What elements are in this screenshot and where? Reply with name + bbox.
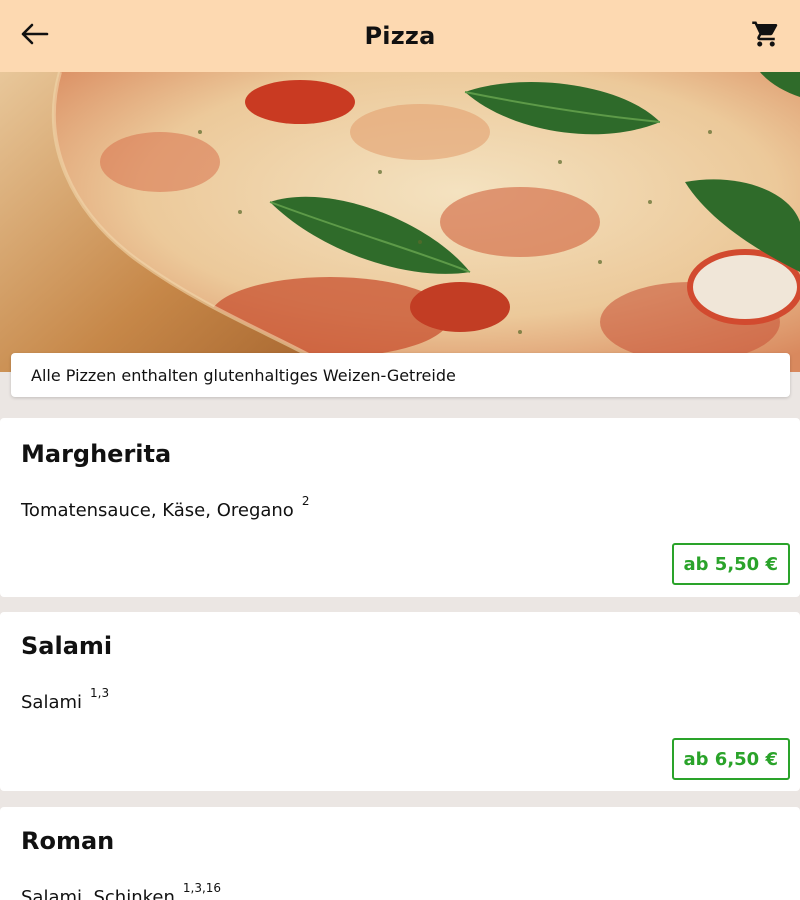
allergen-codes: 1,3 xyxy=(90,686,110,700)
shopping-cart-icon xyxy=(751,19,781,53)
cart-button[interactable] xyxy=(744,16,788,56)
menu-item-card[interactable]: Margherita Tomatensauce, Käse, Oregano 2 … xyxy=(0,418,800,597)
menu-item-name: Salami xyxy=(21,632,113,660)
allergen-codes: 1,3,16 xyxy=(182,881,222,895)
menu-item-name: Margherita xyxy=(21,440,172,468)
menu-item-name: Roman xyxy=(21,827,115,855)
gluten-notice-text: Alle Pizzen enthalten glutenhaltiges Wei… xyxy=(31,365,456,385)
menu-item-card[interactable]: Roman Salami, Schinken 1,3,16 xyxy=(0,807,800,900)
menu-item-description: Salami 1,3 xyxy=(21,686,109,713)
menu-item-description: Salami, Schinken 1,3,16 xyxy=(21,881,221,900)
app-screen: Pizza Alle Pizzen enthalten glutenhaltig… xyxy=(0,0,800,900)
price-button[interactable]: ab 6,50 € xyxy=(671,738,790,780)
menu-item-card[interactable]: Salami Salami 1,3 ab 6,50 € xyxy=(0,612,800,791)
back-button[interactable] xyxy=(12,16,56,56)
page-title: Pizza xyxy=(364,22,436,50)
top-app-bar: Pizza xyxy=(0,0,800,72)
menu-item-ingredients: Salami xyxy=(21,692,83,713)
menu-item-ingredients: Salami, Schinken xyxy=(21,887,175,900)
menu-item-description: Tomatensauce, Käse, Oregano 2 xyxy=(21,494,309,521)
gluten-notice: Alle Pizzen enthalten glutenhaltiges Wei… xyxy=(11,353,790,397)
allergen-codes: 2 xyxy=(301,494,310,508)
arrow-left-icon xyxy=(19,22,49,50)
menu-item-ingredients: Tomatensauce, Käse, Oregano xyxy=(21,500,294,521)
price-button[interactable]: ab 5,50 € xyxy=(671,543,790,585)
hero-pizza-image xyxy=(0,72,800,372)
